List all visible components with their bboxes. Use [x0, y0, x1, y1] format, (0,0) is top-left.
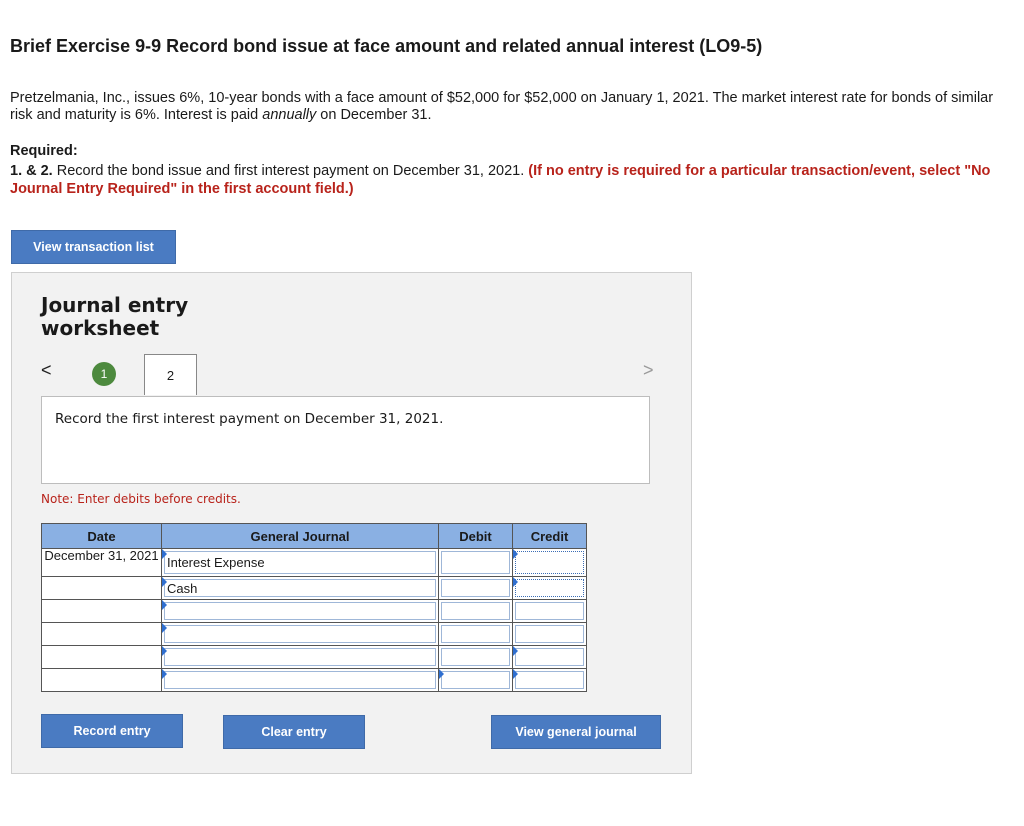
debit-cell[interactable] [438, 599, 513, 623]
account-cell[interactable] [161, 668, 439, 692]
account-cell[interactable] [161, 599, 439, 623]
view-transaction-list-button[interactable]: View transaction list [11, 230, 176, 264]
date-cell [41, 668, 162, 692]
credit-input[interactable] [515, 671, 584, 689]
worksheet-title: Journal entry worksheet [41, 293, 189, 340]
debit-cell[interactable] [438, 548, 513, 577]
prev-arrow-icon[interactable]: < [41, 360, 52, 381]
journal-table: Date General Journal Debit Credit Decemb… [41, 523, 587, 692]
required-heading: Required: [10, 143, 78, 159]
dropdown-marker-icon [162, 549, 167, 559]
table-row: Cash [41, 576, 587, 600]
credit-cell[interactable] [512, 548, 587, 577]
debit-input[interactable] [441, 579, 510, 597]
required-text: Record the bond issue and first interest… [52, 163, 529, 179]
account-select[interactable]: Cash [164, 579, 436, 597]
dropdown-marker-icon [162, 669, 167, 679]
credit-input[interactable] [515, 648, 584, 666]
problem-intro: Pretzelmania, Inc., issues 6%, 10-year b… [10, 90, 1000, 124]
step-1-tab[interactable]: 1 [92, 362, 116, 386]
date-cell [41, 576, 162, 600]
credit-cell[interactable] [512, 645, 587, 669]
table-row [41, 622, 587, 646]
debit-input[interactable] [441, 671, 510, 689]
step-2-tab[interactable]: 2 [144, 354, 197, 395]
dropdown-marker-icon [513, 577, 518, 587]
account-select[interactable] [164, 648, 436, 666]
intro-text-end: on December 31. [316, 107, 432, 123]
credit-input[interactable] [515, 579, 584, 597]
dropdown-marker-icon [162, 646, 167, 656]
debit-cell[interactable] [438, 576, 513, 600]
debit-cell[interactable] [438, 668, 513, 692]
debit-cell[interactable] [438, 622, 513, 646]
account-cell[interactable] [161, 622, 439, 646]
prompt-text: Record the first interest payment on Dec… [55, 411, 444, 427]
credit-cell[interactable] [512, 576, 587, 600]
required-number: 1. & 2. [10, 163, 53, 179]
account-cell[interactable]: Interest Expense [161, 548, 439, 577]
account-cell[interactable]: Cash [161, 576, 439, 600]
next-arrow-icon[interactable]: > [643, 360, 654, 381]
date-cell: December 31, 2021 [41, 548, 162, 577]
date-cell [41, 645, 162, 669]
account-select[interactable] [164, 625, 436, 643]
dropdown-marker-icon [162, 623, 167, 633]
date-cell [41, 599, 162, 623]
record-entry-button[interactable]: Record entry [41, 714, 183, 748]
intro-italic: annually [262, 107, 317, 123]
credit-input[interactable] [515, 625, 584, 643]
page-title: Brief Exercise 9-9 Record bond issue at … [10, 36, 763, 56]
account-select[interactable] [164, 671, 436, 689]
credit-cell[interactable] [512, 622, 587, 646]
credit-cell[interactable] [512, 599, 587, 623]
dropdown-marker-icon [162, 577, 167, 587]
date-header: Date [41, 523, 162, 549]
debit-input[interactable] [441, 648, 510, 666]
account-select[interactable] [164, 602, 436, 620]
table-row: December 31, 2021 Interest Expense [41, 548, 587, 577]
credit-input[interactable] [515, 551, 584, 574]
intro-text: Pretzelmania, Inc., issues 6%, 10-year b… [10, 90, 994, 123]
clear-entry-button[interactable]: Clear entry [223, 715, 365, 749]
credit-header: Credit [512, 523, 587, 549]
credit-cell[interactable] [512, 668, 587, 692]
account-cell[interactable] [161, 645, 439, 669]
dropdown-marker-icon [439, 669, 444, 679]
debit-input[interactable] [441, 625, 510, 643]
journal-header-row: Date General Journal Debit Credit [41, 523, 587, 549]
general-journal-header: General Journal [161, 523, 439, 549]
table-row [41, 599, 587, 623]
table-row [41, 645, 587, 669]
debit-input[interactable] [441, 551, 510, 574]
debit-cell[interactable] [438, 645, 513, 669]
required-instructions: 1. & 2. Record the bond issue and first … [10, 162, 1000, 198]
account-select[interactable]: Interest Expense [164, 551, 436, 574]
credit-input[interactable] [515, 602, 584, 620]
debit-input[interactable] [441, 602, 510, 620]
dropdown-marker-icon [513, 669, 518, 679]
dropdown-marker-icon [513, 646, 518, 656]
entry-note: Note: Enter debits before credits. [41, 492, 241, 506]
date-cell [41, 622, 162, 646]
table-row [41, 668, 587, 692]
view-general-journal-button[interactable]: View general journal [491, 715, 661, 749]
dropdown-marker-icon [513, 549, 518, 559]
prompt-box [41, 396, 650, 484]
dropdown-marker-icon [162, 600, 167, 610]
debit-header: Debit [438, 523, 513, 549]
